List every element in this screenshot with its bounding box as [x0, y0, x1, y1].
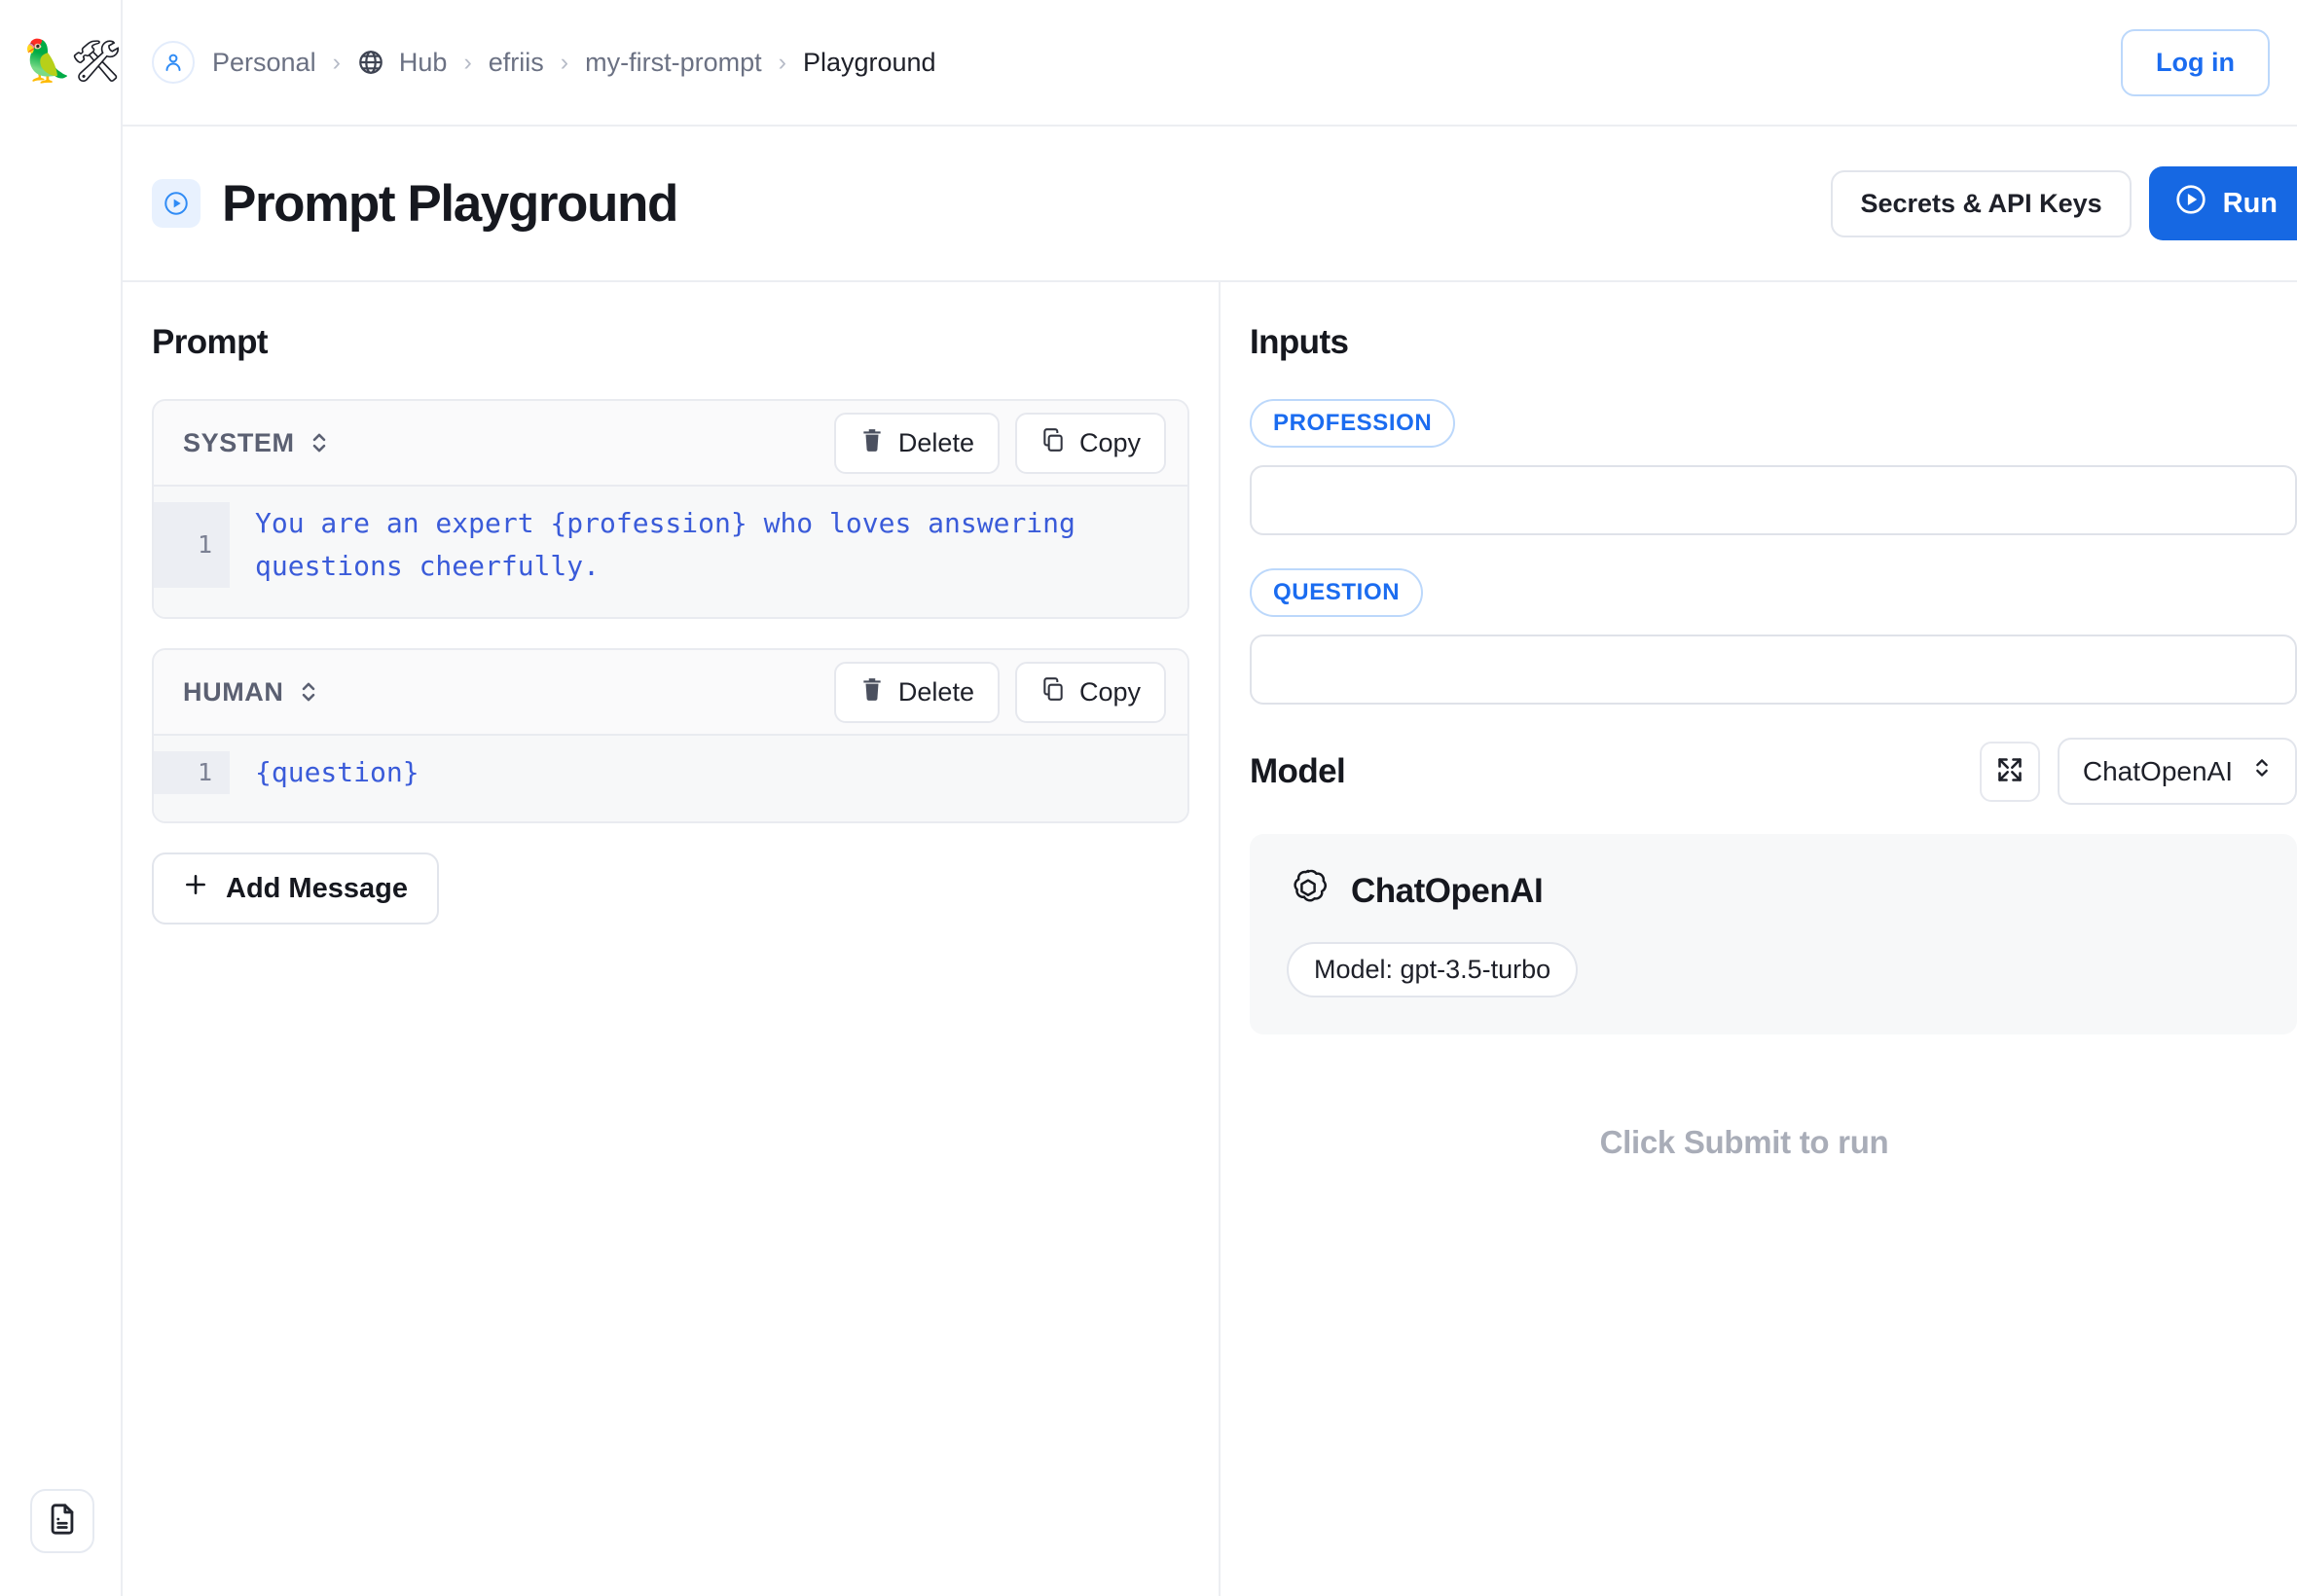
model-actions: ChatOpenAI	[1979, 738, 2297, 805]
run-button-label: Run	[2222, 187, 2278, 219]
breadcrumb-item-my-first-prompt[interactable]: my-first-prompt	[585, 48, 762, 78]
line-number: 1	[154, 751, 230, 794]
line-number: 1	[154, 502, 230, 588]
title-actions: Secrets & API Keys Run	[1831, 166, 2297, 240]
delete-label: Delete	[897, 427, 974, 457]
prompt-pane: Prompt SYSTEM Delete Copy 1 You are an e…	[123, 282, 1221, 1596]
model-select-value: ChatOpenAI	[2082, 755, 2233, 786]
globe-icon	[357, 49, 384, 76]
run-button[interactable]: Run	[2148, 166, 2297, 240]
breadcrumb-item-personal[interactable]: Personal	[212, 48, 316, 78]
avatar[interactable]	[152, 41, 195, 84]
copy-icon	[1040, 676, 1066, 708]
breadcrumb-separator: ›	[778, 48, 786, 76]
message-card-system: SYSTEM Delete Copy 1 You are an expert {…	[152, 399, 1189, 619]
copy-message-button[interactable]: Copy	[1014, 412, 1166, 474]
model-select[interactable]: ChatOpenAI	[2057, 738, 2297, 805]
playground-app: 🦜🛠 Personal › Hub › efriis › my-first-pr…	[0, 0, 2297, 1596]
title-bar: Prompt Playground Secrets & API Keys Run	[123, 127, 2297, 282]
inputs-pane: Inputs PROFESSION QUESTION Model ChatOpe…	[1221, 282, 2297, 1596]
chevron-up-down-icon[interactable]	[309, 428, 330, 457]
title-group: Prompt Playground	[152, 174, 678, 234]
breadcrumb-item-efriis[interactable]: efriis	[489, 48, 544, 78]
model-card-header: ChatOpenAI	[1287, 867, 2260, 915]
copy-icon	[1040, 427, 1066, 459]
model-heading: Model	[1250, 751, 1346, 790]
message-editor[interactable]: 1 You are an expert {profession} who lov…	[154, 485, 1187, 617]
add-message-button[interactable]: Add Message	[152, 852, 439, 925]
expand-icon	[1996, 756, 2024, 786]
question-input[interactable]	[1250, 635, 2297, 705]
breadcrumb-item-hub[interactable]: Hub	[399, 48, 448, 78]
breadcrumb-separator: ›	[560, 48, 569, 76]
model-card-name: ChatOpenAI	[1351, 871, 1544, 910]
message-header: HUMAN Delete Copy	[154, 650, 1187, 734]
message-editor[interactable]: 1 {question}	[154, 734, 1187, 821]
login-button[interactable]: Log in	[2121, 28, 2270, 96]
message-header: SYSTEM Delete Copy	[154, 401, 1187, 485]
prompt-heading: Prompt	[152, 323, 269, 361]
chevron-up-down-icon[interactable]	[298, 677, 319, 707]
top-bar: Personal › Hub › efriis › my-first-promp…	[123, 0, 2297, 127]
input-badge-question[interactable]: QUESTION	[1250, 568, 1424, 617]
expand-button[interactable]	[1979, 741, 2040, 802]
chevron-up-down-icon	[2252, 754, 2272, 788]
copy-label: Copy	[1078, 427, 1141, 457]
breadcrumb-item-playground: Playground	[802, 47, 936, 77]
page-title: Prompt Playground	[222, 174, 678, 233]
inputs-heading: Inputs	[1250, 323, 1349, 361]
left-rail: 🦜🛠	[0, 0, 123, 1596]
document-icon	[46, 1503, 79, 1541]
message-content[interactable]: You are an expert {profession} who loves…	[230, 487, 1187, 617]
delete-message-button[interactable]: Delete	[833, 661, 1000, 723]
documentation-button[interactable]	[30, 1489, 94, 1553]
plus-icon	[183, 872, 208, 905]
copy-message-button[interactable]: Copy	[1014, 661, 1166, 723]
message-actions: Delete Copy	[833, 661, 1166, 723]
input-badge-profession[interactable]: PROFESSION	[1250, 399, 1456, 448]
main-column: Personal › Hub › efriis › my-first-promp…	[123, 0, 2297, 1596]
line-number-gutter: 1	[154, 487, 230, 617]
message-card-human: HUMAN Delete Copy 1 {question}	[152, 648, 1189, 823]
copy-label: Copy	[1078, 676, 1141, 707]
content-split: Prompt SYSTEM Delete Copy 1 You are an e…	[123, 282, 2297, 1596]
trash-icon	[859, 676, 885, 708]
openai-logo-icon	[1287, 867, 1330, 915]
message-role-label: SYSTEM	[183, 427, 295, 457]
add-message-label: Add Message	[226, 872, 408, 904]
message-actions: Delete Copy	[833, 412, 1166, 474]
message-role-label: HUMAN	[183, 676, 284, 707]
line-number-gutter: 1	[154, 736, 230, 821]
breadcrumb-separator: ›	[463, 48, 472, 76]
profession-input[interactable]	[1250, 465, 2297, 535]
play-circle-icon	[152, 179, 201, 228]
breadcrumb: Personal › Hub › efriis › my-first-promp…	[152, 41, 2121, 84]
message-content[interactable]: {question}	[230, 736, 1187, 821]
model-name-chip: Model: gpt-3.5-turbo	[1287, 942, 1579, 998]
model-card: ChatOpenAI Model: gpt-3.5-turbo	[1250, 834, 2297, 1034]
langchain-logo[interactable]: 🦜🛠	[21, 41, 123, 82]
output-placeholder: Click Submit to run	[1599, 1124, 1889, 1160]
trash-icon	[859, 427, 885, 459]
delete-message-button[interactable]: Delete	[833, 412, 1000, 474]
model-section-header: Model ChatOpenAI	[1250, 738, 2297, 805]
play-circle-icon	[2174, 183, 2207, 224]
secrets-api-keys-button[interactable]: Secrets & API Keys	[1831, 169, 2132, 237]
delete-label: Delete	[897, 676, 974, 707]
breadcrumb-separator: ›	[332, 48, 341, 76]
